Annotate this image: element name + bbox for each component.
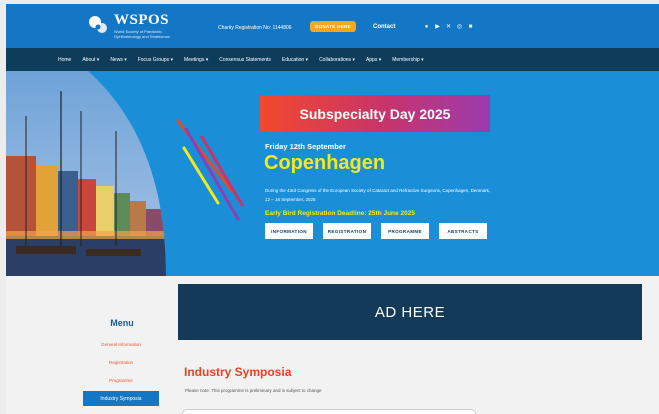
preliminary-note: Please note: This programme is prelimina…	[185, 388, 322, 393]
information-button[interactable]: INFORMATION	[265, 223, 313, 239]
top-header: WSPOS World Society of Paediatric Ophtha…	[6, 4, 659, 48]
nav-collaborations[interactable]: Collaborations ▾	[319, 57, 355, 63]
event-date: Friday 12th September	[265, 142, 346, 151]
linkedin-icon[interactable]: ■	[467, 23, 474, 30]
menu-title: Menu	[110, 318, 134, 328]
content-card	[182, 409, 476, 414]
nav-focus-groups[interactable]: Focus Groups ▾	[138, 57, 173, 63]
menu-item-programme[interactable]: Programme	[83, 378, 159, 383]
event-description: During the 43rd Congress of the European…	[265, 188, 491, 202]
contact-link[interactable]: Contact	[373, 24, 395, 30]
menu-item-registration[interactable]: Registration	[83, 360, 159, 365]
social-links: ● ▶ ✕ ◎ ■	[423, 23, 474, 31]
early-bird-deadline: Early Bird Registration Deadline: 25th J…	[265, 210, 415, 217]
hero-banner: Subspecialty Day 2025 Friday 12th Septem…	[6, 71, 659, 276]
ad-banner[interactable]: AD HERE	[178, 284, 642, 340]
instagram-icon[interactable]: ◎	[456, 23, 463, 30]
nav-education[interactable]: Education ▾	[282, 57, 308, 63]
brand-tagline: World Society of Paediatric Ophthalmolog…	[114, 29, 170, 39]
x-icon[interactable]: ✕	[445, 23, 452, 30]
page-title: Industry Symposia	[184, 365, 292, 379]
nav-meetings[interactable]: Meetings ▾	[184, 57, 208, 63]
donate-button[interactable]: DONATE HERE	[310, 21, 356, 32]
abstracts-button[interactable]: ABSTRACTS	[439, 223, 487, 239]
nav-about[interactable]: About ▾	[82, 57, 99, 63]
youtube-icon[interactable]: ▶	[434, 23, 441, 30]
page-frame: WSPOS World Society of Paediatric Ophtha…	[6, 4, 659, 414]
registration-button[interactable]: REGISTRATION	[323, 223, 371, 239]
wspos-logo-icon[interactable]	[87, 12, 111, 36]
nav-membership[interactable]: Membership ▾	[392, 57, 423, 63]
menu-item-general-information[interactable]: General Information	[83, 342, 159, 347]
event-city: Copenhagen	[264, 152, 386, 174]
facebook-icon[interactable]: ●	[423, 23, 430, 30]
programme-button[interactable]: PROGRAMME	[381, 223, 429, 239]
nav-consensus-statements[interactable]: Consensus Statements	[219, 57, 271, 63]
menu-item-industry-symposia[interactable]: Industry Symposia	[83, 391, 159, 406]
brand-name[interactable]: WSPOS	[114, 12, 169, 29]
main-nav: Home About ▾ News ▾ Focus Groups ▾ Meeti…	[6, 48, 659, 71]
nav-news[interactable]: News ▾	[110, 57, 126, 63]
event-title: Subspecialty Day 2025	[260, 95, 490, 132]
charity-registration: Charity Registration No: 1144806	[218, 25, 292, 31]
nav-home[interactable]: Home	[58, 57, 71, 63]
nav-apps[interactable]: Apps ▾	[366, 57, 381, 63]
